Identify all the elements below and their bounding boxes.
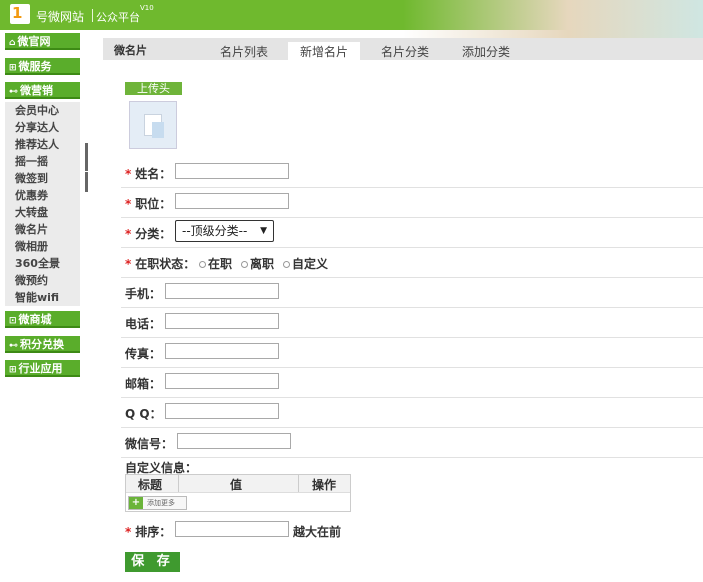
sidebar-group-industry-apps[interactable]: ⊞ 行业应用 bbox=[5, 360, 80, 377]
scrollbar-mark[interactable] bbox=[85, 143, 88, 171]
sidebar: ⌂ 微官网 ⊞ 微服务 ⊷ 微营销 会员中心 分享达人 推荐达人 摇一摇 微签到 优惠… bbox=[0, 30, 86, 582]
tab-card-category[interactable]: 名片分类 bbox=[381, 43, 429, 60]
status-radio-custom[interactable]: 自定义 bbox=[283, 255, 328, 272]
phone-input[interactable] bbox=[165, 313, 279, 329]
column-header-value: 值 bbox=[230, 478, 243, 492]
sidebar-item-wifi[interactable]: 智能wifi bbox=[5, 289, 80, 306]
version-label: V10 bbox=[140, 4, 154, 12]
radio-icon bbox=[241, 261, 248, 268]
category-label: * 分类： bbox=[125, 227, 172, 241]
column-header-title: 标题 bbox=[138, 478, 163, 492]
sort-label: * 排序： bbox=[125, 525, 172, 539]
sort-hint: 越大在前 bbox=[293, 525, 342, 539]
sidebar-item-shake[interactable]: 摇一摇 bbox=[5, 153, 80, 170]
email-label: 邮箱： bbox=[125, 377, 162, 391]
sidebar-item-member-center[interactable]: 会员中心 bbox=[5, 102, 80, 119]
email-input[interactable] bbox=[165, 373, 279, 389]
sidebar-item-wheel[interactable]: 大转盘 bbox=[5, 204, 80, 221]
wechat-label: 微信号： bbox=[125, 437, 174, 451]
fax-input[interactable] bbox=[165, 343, 279, 359]
save-button[interactable]: 保 存 bbox=[125, 552, 180, 572]
mobile-label: 手机： bbox=[125, 287, 162, 301]
mobile-input[interactable] bbox=[165, 283, 279, 299]
sidebar-group-wei-yingxiao[interactable]: ⊷ 微营销 bbox=[5, 82, 80, 99]
avatar-placeholder-icon bbox=[152, 122, 164, 138]
form-row-name: * 姓名： bbox=[103, 158, 703, 188]
radio-icon bbox=[283, 261, 290, 268]
sidebar-group-label: 微商城 bbox=[18, 313, 52, 326]
phone-label: 电话： bbox=[125, 317, 162, 331]
sidebar-group-label: 行业应用 bbox=[18, 362, 63, 375]
platform-name: 公众平台 bbox=[96, 11, 140, 24]
qq-label: Q Q： bbox=[125, 407, 162, 421]
radio-icon bbox=[199, 261, 206, 268]
status-radio-resigned[interactable]: 离职 bbox=[241, 255, 274, 272]
sidebar-item-business-card[interactable]: 微名片 bbox=[5, 221, 80, 238]
sidebar-item-reservation[interactable]: 微预约 bbox=[5, 272, 80, 289]
form-row-category: * 分类： --顶级分类-- ▼ bbox=[103, 218, 703, 248]
sidebar-group-label: 微官网 bbox=[17, 35, 51, 48]
sidebar-group-wei-fuwu[interactable]: ⊞ 微服务 bbox=[5, 58, 80, 75]
top-bar: 1 号微网站 公众平台 V10 bbox=[0, 0, 703, 38]
form-row-email: 邮箱： bbox=[103, 368, 703, 398]
sidebar-item-album[interactable]: 微相册 bbox=[5, 238, 80, 255]
main-panel: 微名片 名片列表 新增名片 名片分类 添加分类 上传头 * 姓名： * 职位： * 分… bbox=[103, 38, 703, 582]
add-more-button[interactable]: + 添加更多 bbox=[128, 496, 187, 510]
panel-title: 微名片 bbox=[114, 44, 147, 57]
sidebar-item-coupon[interactable]: 优惠券 bbox=[5, 187, 80, 204]
form-row-qq: Q Q： bbox=[103, 398, 703, 428]
upload-avatar-button[interactable]: 上传头 bbox=[125, 82, 182, 95]
qq-input[interactable] bbox=[165, 403, 279, 419]
sidebar-item-checkin[interactable]: 微签到 bbox=[5, 170, 80, 187]
tab-bar: 微名片 名片列表 新增名片 名片分类 添加分类 bbox=[103, 38, 703, 61]
tab-add-category[interactable]: 添加分类 bbox=[462, 43, 510, 60]
home-icon: ⌂ bbox=[9, 38, 16, 48]
cart-icon: ⊡ bbox=[9, 316, 17, 326]
gift-icon: ⊷ bbox=[9, 341, 18, 351]
sidebar-group-wei-guanwang[interactable]: ⌂ 微官网 bbox=[5, 33, 80, 50]
share-icon: ⊷ bbox=[9, 87, 18, 97]
chevron-down-icon: ▼ bbox=[260, 226, 267, 236]
form-row-fax: 传真： bbox=[103, 338, 703, 368]
sidebar-item-referral-expert[interactable]: 推荐达人 bbox=[5, 136, 80, 153]
site-name: 号微网站 bbox=[36, 10, 85, 24]
category-select[interactable]: --顶级分类-- ▼ bbox=[175, 220, 274, 242]
form-row-sort: * 排序： 越大在前 bbox=[103, 516, 703, 546]
position-label: * 职位： bbox=[125, 197, 172, 211]
custom-info-table-header: 标题 值 操作 bbox=[126, 475, 350, 493]
form-row-position: * 职位： bbox=[103, 188, 703, 218]
tab-card-list[interactable]: 名片列表 bbox=[220, 43, 268, 60]
grid-icon: ⊞ bbox=[9, 365, 17, 375]
column-header-action: 操作 bbox=[312, 478, 337, 492]
logo-divider bbox=[92, 9, 93, 22]
plus-icon: + bbox=[129, 497, 143, 509]
sidebar-item-share-expert[interactable]: 分享达人 bbox=[5, 119, 80, 136]
status-radio-employed[interactable]: 在职 bbox=[199, 255, 232, 272]
position-input[interactable] bbox=[175, 193, 289, 209]
sidebar-group-label: 微服务 bbox=[18, 60, 52, 73]
form-row-phone: 电话： bbox=[103, 308, 703, 338]
sidebar-group-points-exchange[interactable]: ⊷ 积分兑换 bbox=[5, 336, 80, 353]
sidebar-group-wei-shangcheng[interactable]: ⊡ 微商城 bbox=[5, 311, 80, 328]
custom-info-table: 标题 值 操作 + 添加更多 bbox=[125, 474, 351, 512]
fax-label: 传真： bbox=[125, 347, 162, 361]
status-label: * 在职状态： bbox=[125, 257, 196, 271]
scrollbar-mark[interactable] bbox=[85, 172, 88, 192]
sidebar-item-panorama[interactable]: 360全景 bbox=[5, 255, 80, 272]
avatar-preview bbox=[129, 101, 177, 149]
tab-add-card[interactable]: 新增名片 bbox=[288, 42, 361, 60]
form-row-wechat: 微信号： bbox=[103, 428, 703, 458]
sidebar-group-label: 积分兑换 bbox=[20, 338, 64, 351]
name-label: * 姓名： bbox=[125, 167, 172, 181]
sort-input[interactable] bbox=[175, 521, 289, 537]
form-row-mobile: 手机： bbox=[103, 278, 703, 308]
logo-number: 1 bbox=[12, 4, 23, 22]
wechat-input[interactable] bbox=[177, 433, 291, 449]
header-decoration bbox=[403, 0, 703, 38]
form-row-status: * 在职状态： 在职 离职 自定义 bbox=[103, 248, 703, 278]
name-input[interactable] bbox=[175, 163, 289, 179]
grid-icon: ⊞ bbox=[9, 63, 17, 73]
sidebar-group-label: 微营销 bbox=[20, 84, 53, 97]
form-area: 上传头 * 姓名： * 职位： * 分类： --顶级分类-- ▼ * 在职状态： 在职 离… bbox=[103, 60, 703, 582]
